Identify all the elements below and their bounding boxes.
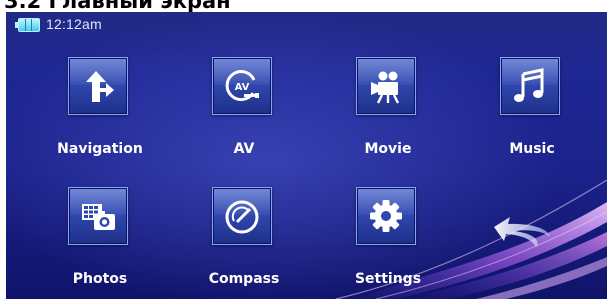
photos-camera-icon [82, 204, 115, 230]
movie-label: Movie [364, 141, 412, 157]
compass-gauge-icon [225, 200, 259, 234]
status-bar: 12:12am [6, 12, 607, 38]
document-heading: 3.2 Главный экран [4, 0, 231, 13]
music-label: Music [509, 141, 555, 157]
navigation-button[interactable]: Navigation [46, 57, 154, 169]
movie-camera-icon [371, 71, 400, 104]
back-arrow-icon[interactable] [492, 215, 552, 249]
av-button[interactable]: AV AV [190, 57, 298, 169]
av-icon: AV [225, 70, 259, 101]
movie-button[interactable]: Movie [334, 57, 442, 169]
main-screen: 12:12am Navigation AV AV Movie Music Pho… [6, 12, 607, 299]
svg-text:AV: AV [235, 82, 250, 93]
photos-button[interactable]: Photos [46, 187, 154, 299]
battery-icon [15, 18, 40, 32]
navigation-arrow-icon [86, 71, 114, 102]
av-label: AV [233, 141, 255, 157]
music-note-icon [514, 68, 544, 102]
settings-label: Settings [354, 271, 422, 287]
compass-button[interactable]: Compass [190, 187, 298, 299]
music-button[interactable]: Music [478, 57, 586, 169]
photos-label: Photos [72, 271, 128, 287]
clock-time: 12:12am [46, 16, 102, 32]
compass-label: Compass [208, 271, 280, 287]
gear-icon [370, 200, 402, 232]
navigation-label: Navigation [57, 141, 143, 157]
settings-button[interactable]: Settings [334, 187, 442, 299]
